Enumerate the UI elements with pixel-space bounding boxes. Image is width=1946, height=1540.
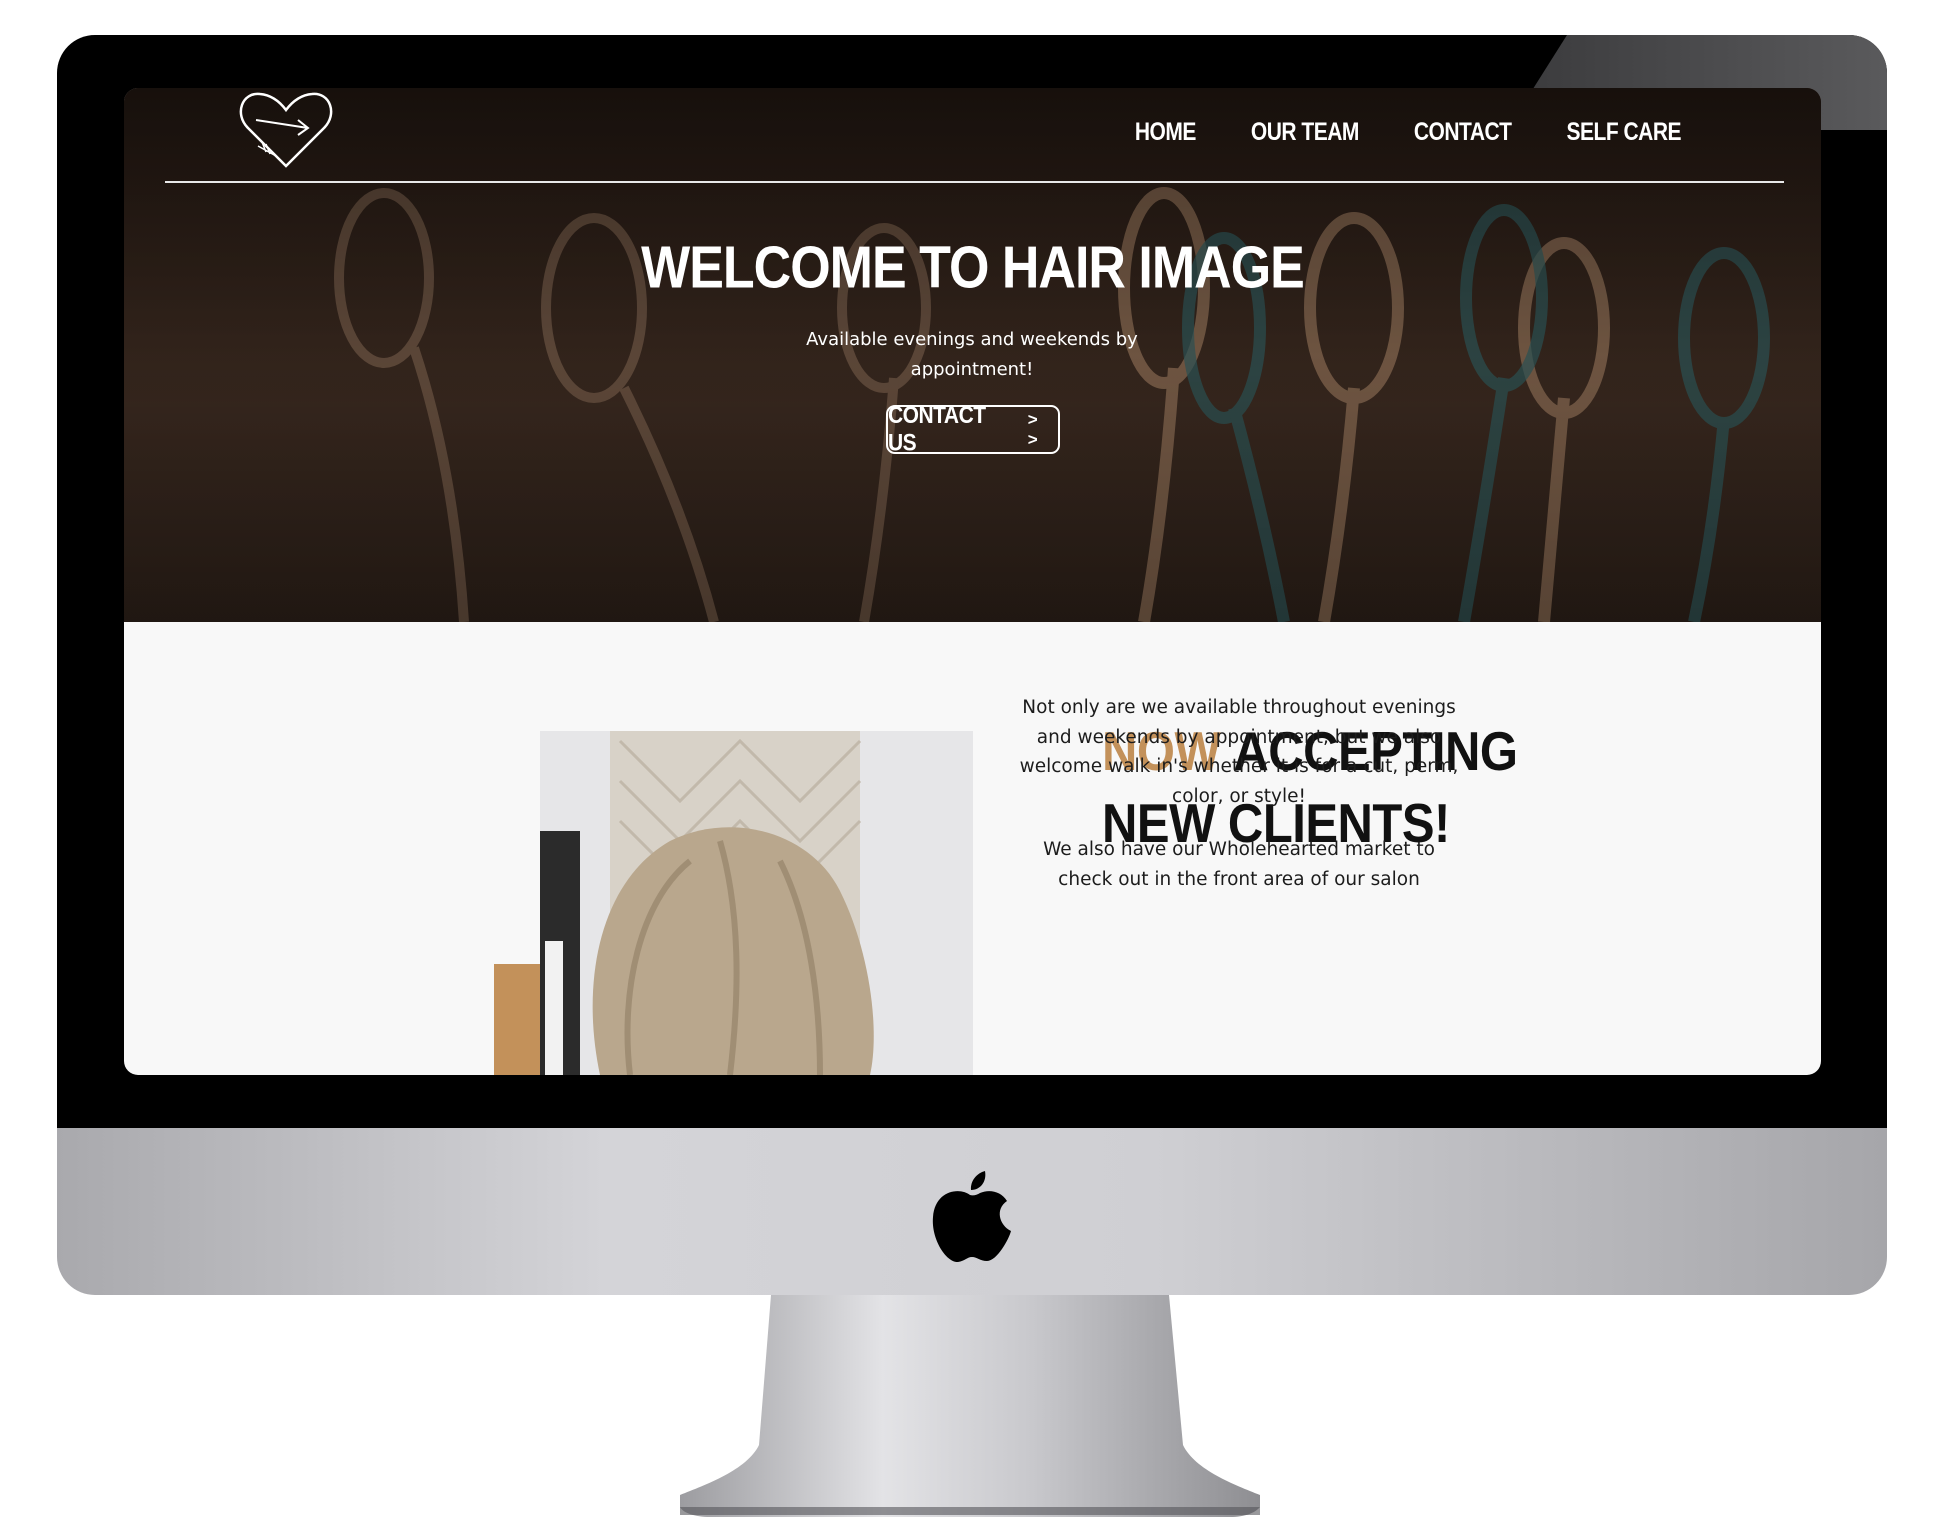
paragraph-market: We also have our Wholehearted market to …: [1043, 839, 1435, 890]
monitor-stand: [680, 1295, 1260, 1517]
hair-photo: [540, 731, 973, 1075]
nav-divider: [165, 181, 1784, 183]
paragraph-availability: Not only are we available throughout eve…: [1019, 697, 1459, 807]
hero-banner: HOME OUR TEAM CONTACT SELF CARE WELCOME …: [124, 88, 1821, 622]
hero-title: WELCOME TO HAIR IMAGE: [641, 234, 1305, 302]
website-screen: HOME OUR TEAM CONTACT SELF CARE WELCOME …: [124, 88, 1821, 1075]
nav-contact[interactable]: CONTACT: [1414, 119, 1512, 147]
nav-self-care[interactable]: SELF CARE: [1566, 119, 1681, 147]
nav-home[interactable]: HOME: [1135, 119, 1197, 147]
hero-subtitle: Available evenings and weekends by appoi…: [806, 329, 1138, 380]
double-chevron-icon: > >: [1027, 409, 1040, 449]
main-nav: HOME OUR TEAM CONTACT SELF CARE: [1135, 119, 1682, 147]
contact-us-label: CONTACT US: [888, 401, 986, 456]
heart-arrow-logo-icon[interactable]: [236, 88, 336, 173]
apple-icon: [932, 1171, 1011, 1263]
nav-our-team[interactable]: OUR TEAM: [1251, 119, 1360, 147]
accent-block: [494, 964, 541, 1075]
contact-us-button[interactable]: CONTACT US > >: [886, 401, 1060, 456]
